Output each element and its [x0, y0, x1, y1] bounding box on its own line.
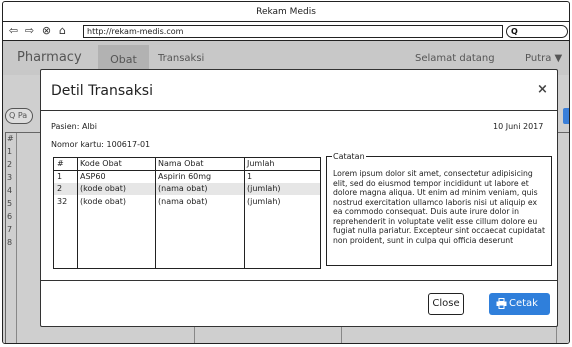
card-number: Nomor kartu: 100617-01: [51, 140, 151, 149]
window-title: Rekam Medis: [3, 2, 569, 22]
header-divider: [41, 110, 557, 111]
table-cell: (kode obat): [80, 184, 127, 193]
home-icon[interactable]: ⌂: [56, 24, 69, 38]
forward-icon[interactable]: ⇨: [23, 24, 36, 38]
notes-text: Lorem ipsum dolor sit amet, consectetur …: [333, 169, 545, 245]
row-number: 3: [7, 173, 13, 182]
table-cell: (nama obat): [158, 197, 208, 206]
url-field[interactable]: http://rekam-medis.com: [83, 25, 503, 38]
row-number: 8: [7, 238, 13, 247]
column-header: Nama Obat: [158, 159, 204, 168]
app-search-input[interactable]: Q Pa: [5, 108, 33, 124]
table-cell: Aspirin 60mg: [158, 172, 212, 181]
table-cell: 32: [57, 197, 68, 206]
row-number: 5: [7, 199, 13, 208]
printer-icon: [496, 298, 507, 309]
modal-title: Detil Transaksi: [51, 83, 153, 99]
browser-window: Rekam Medis ⇦ ⇨ ⊗ ⌂ http://rekam-medis.c…: [2, 1, 570, 344]
table-divider: [244, 158, 245, 268]
row-number: 2: [7, 160, 13, 169]
browser-nav-bar: ⇦ ⇨ ⊗ ⌂ http://rekam-medis.com Q: [3, 22, 569, 41]
table-cell: (jumlah): [247, 184, 281, 193]
table-divider: [77, 158, 78, 268]
transaction-date: 10 Juni 2017: [493, 122, 544, 131]
close-button[interactable]: Close: [428, 293, 464, 315]
close-icon[interactable]: ×: [537, 82, 548, 97]
table-cell: (jumlah): [247, 197, 281, 206]
table-divider: [155, 158, 156, 268]
row-number: 6: [7, 212, 13, 221]
row-number: 1: [7, 147, 13, 156]
table-divider: [16, 133, 17, 343]
browser-search-field[interactable]: Q: [506, 25, 568, 38]
column-header: Kode Obat: [80, 159, 122, 168]
table-cell: 1: [247, 172, 253, 181]
items-table: # Kode Obat Nama Obat Jumlah 1 ASP60 Asp…: [53, 157, 321, 269]
table-cell: 2: [57, 184, 63, 193]
table-cell: ASP60: [80, 172, 106, 181]
print-button-label: Cetak: [509, 298, 538, 309]
notes-box[interactable]: Lorem ipsum dolor sit amet, consectetur …: [326, 156, 552, 266]
app-action-button[interactable]: [563, 108, 569, 124]
tab-transaksi[interactable]: Transaksi: [158, 53, 204, 64]
stop-icon[interactable]: ⊗: [40, 24, 53, 38]
search-icon: Q: [511, 27, 518, 36]
patient-name: Pasien: Albi: [51, 122, 97, 131]
table-cell: (kode obat): [80, 197, 127, 206]
row-number: #: [7, 134, 14, 143]
footer-divider: [41, 280, 557, 281]
back-icon[interactable]: ⇦: [7, 24, 20, 38]
welcome-text: Selamat datang: [415, 53, 495, 64]
user-menu[interactable]: Putra ▼: [525, 53, 562, 64]
column-header: Jumlah: [247, 159, 275, 168]
row-number: 4: [7, 186, 13, 195]
transaction-detail-modal: Detil Transaksi × Pasien: Albi Nomor kar…: [40, 69, 558, 327]
print-button[interactable]: Cetak: [489, 293, 550, 315]
row-number: 7: [7, 225, 13, 234]
notes-label: Catatan: [332, 152, 366, 161]
column-header: #: [57, 159, 64, 168]
app-brand: Pharmacy: [17, 50, 82, 65]
table-cell: (nama obat): [158, 184, 208, 193]
table-cell: 1: [57, 172, 63, 181]
